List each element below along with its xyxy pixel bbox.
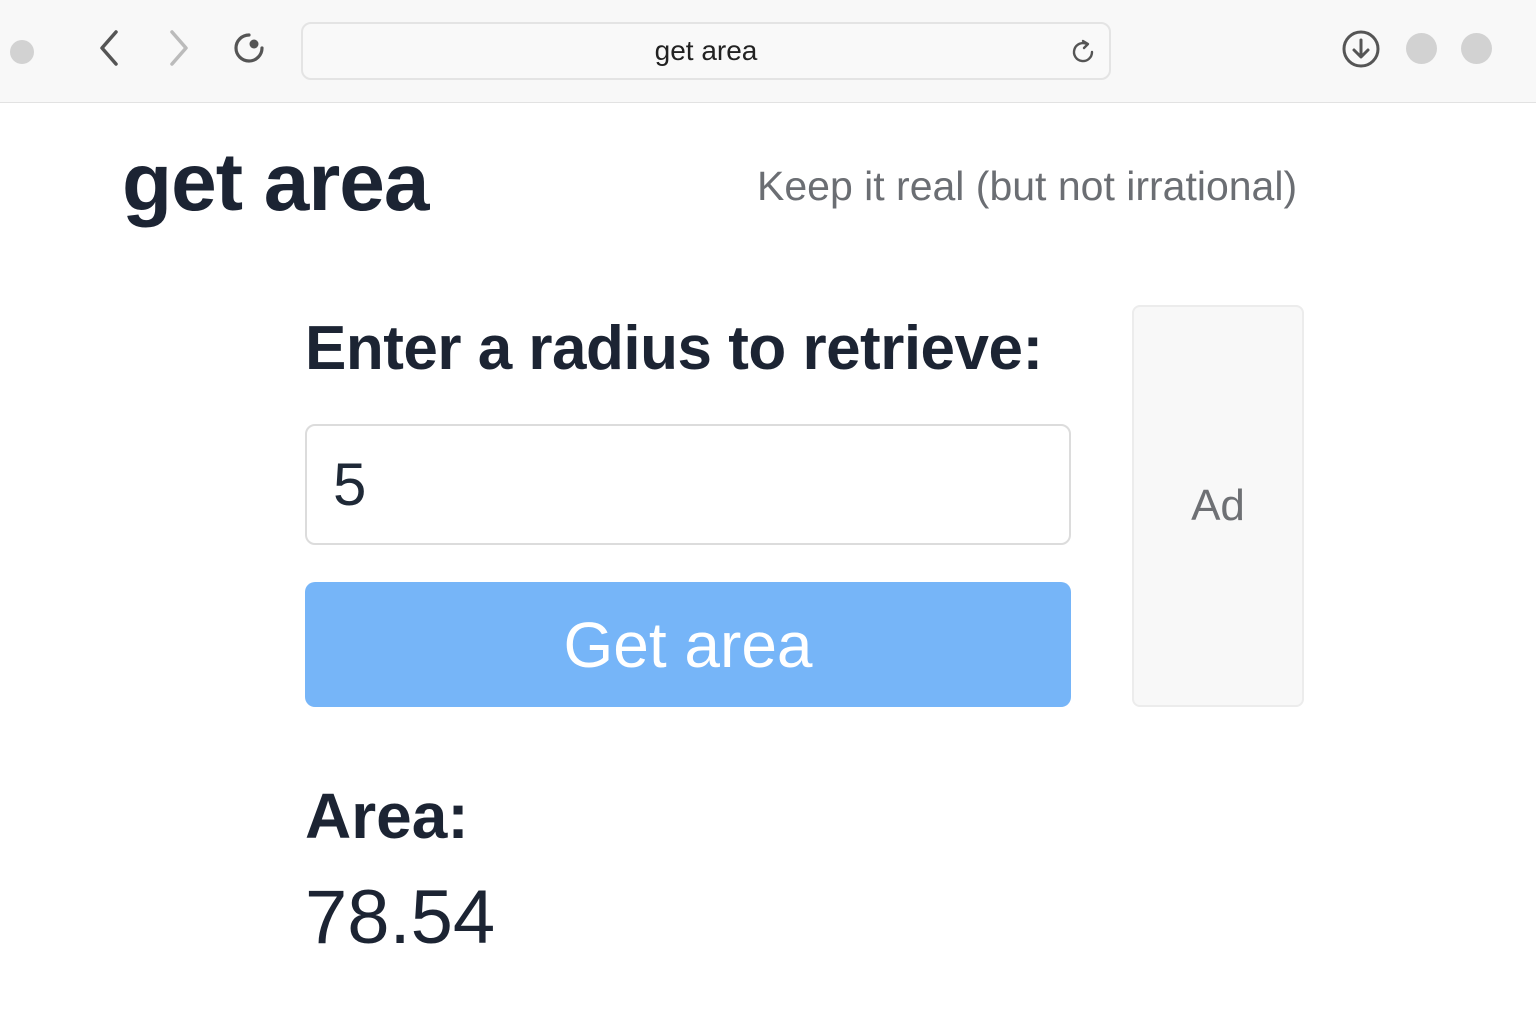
radius-input[interactable] — [305, 424, 1071, 545]
get-area-button[interactable]: Get area — [305, 582, 1071, 707]
browser-toolbar: get area — [0, 0, 1536, 103]
chevron-right-icon — [170, 30, 188, 66]
window-control[interactable] — [10, 40, 34, 64]
ad-label: Ad — [1191, 481, 1245, 530]
address-text: get area — [654, 35, 758, 66]
result-value: 78.54 — [305, 875, 496, 960]
result-label: Area: — [305, 780, 469, 852]
download-button[interactable] — [1340, 28, 1382, 70]
reload-icon — [1072, 39, 1094, 63]
reload-icon — [234, 33, 264, 63]
reload-button[interactable] — [231, 28, 267, 68]
radius-prompt-label: Enter a radius to retrieve: — [305, 314, 1043, 383]
page-title: get area — [122, 137, 430, 228]
chevron-left-icon — [100, 30, 118, 66]
forward-button[interactable] — [161, 28, 197, 68]
window-control[interactable] — [1461, 33, 1492, 64]
download-icon — [1342, 30, 1380, 68]
back-button[interactable] — [91, 28, 127, 68]
window-control[interactable] — [1406, 33, 1437, 64]
address-reload-button[interactable] — [1067, 36, 1099, 68]
tagline: Keep it real (but not irrational) — [757, 163, 1298, 209]
address-bar[interactable]: get area — [301, 22, 1111, 80]
ad-box: Ad — [1132, 305, 1304, 707]
